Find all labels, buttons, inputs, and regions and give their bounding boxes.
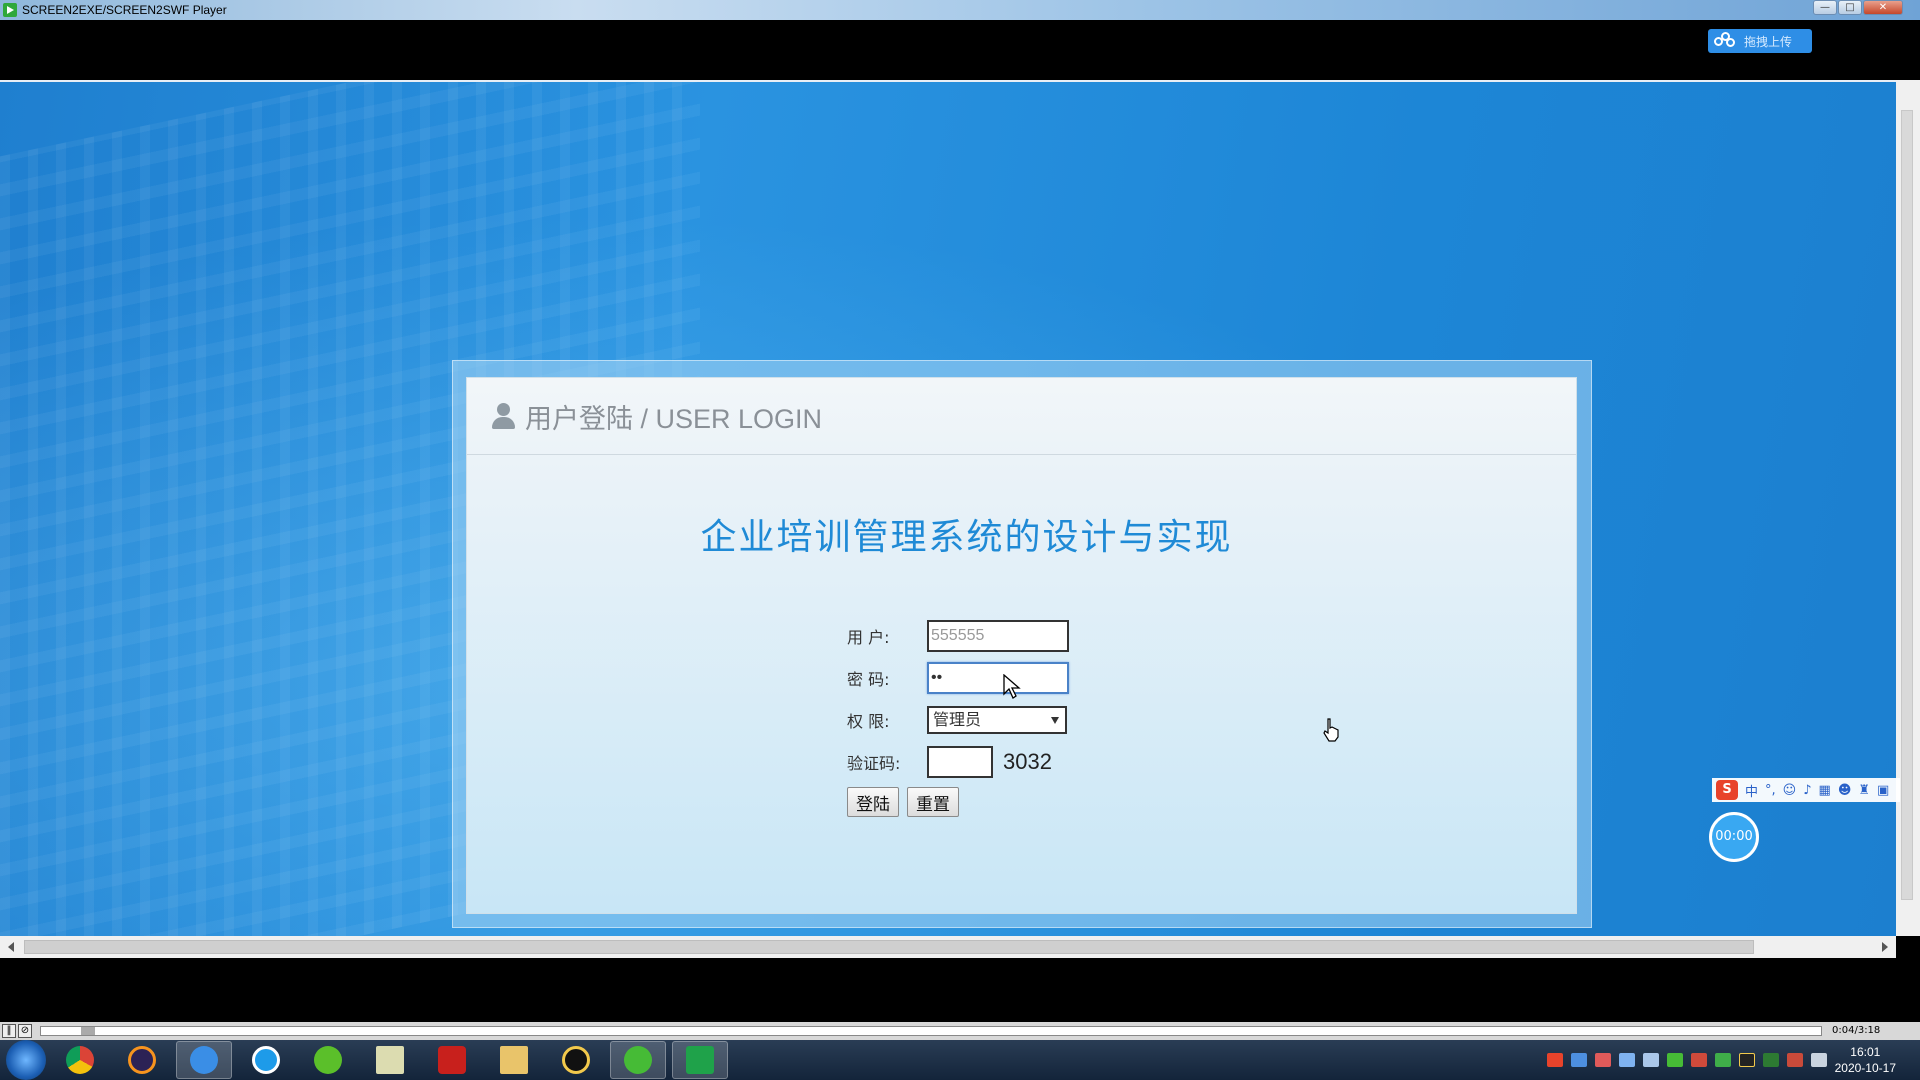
- stop-icon[interactable]: ⊘: [18, 1024, 32, 1038]
- hand-cursor-icon: [1322, 718, 1340, 742]
- login-panel-header: 用户登陆 / USER LOGIN: [467, 378, 1576, 455]
- user-center-icon[interactable]: ☻: [1838, 783, 1852, 798]
- player-app-icon: [3, 3, 17, 17]
- horizontal-scroll-thumb[interactable]: [24, 940, 1754, 954]
- baidu-cloud-icon: [1714, 32, 1736, 50]
- button-row: 登陆 重置: [847, 787, 967, 817]
- reset-button[interactable]: 重置: [907, 787, 959, 817]
- window-title: SCREEN2EXE/SCREEN2SWF Player: [22, 3, 227, 17]
- chevron-down-icon: [1051, 717, 1059, 724]
- recorder-header: [0, 20, 1920, 78]
- screen2exe-icon[interactable]: [672, 1041, 728, 1079]
- tray-app-icon[interactable]: [1570, 1053, 1587, 1067]
- speaker-muted-icon[interactable]: [1786, 1053, 1803, 1067]
- taskbar-clock[interactable]: 16:01 2020-10-17: [1835, 1044, 1896, 1076]
- shield-icon[interactable]: [1618, 1053, 1635, 1067]
- seek-thumb[interactable]: [81, 1027, 95, 1035]
- input-tray-icon[interactable]: [1642, 1053, 1659, 1067]
- qq-tray-icon[interactable]: [1738, 1053, 1755, 1067]
- user-icon: [489, 401, 517, 431]
- login-panel: 用户登陆 / USER LOGIN 企业培训管理系统的设计与实现 用 户: 55…: [466, 377, 1577, 914]
- maximize-button[interactable]: □: [1838, 0, 1862, 15]
- system-title: 企业培训管理系统的设计与实现: [700, 517, 1233, 558]
- qq-icon[interactable]: [548, 1041, 604, 1079]
- ime-punct-indicator[interactable]: °,: [1765, 783, 1776, 798]
- pause-icon[interactable]: ‖: [2, 1024, 16, 1038]
- role-select[interactable]: 管理员: [927, 706, 1067, 734]
- volume-icon[interactable]: [1690, 1053, 1707, 1067]
- network-tray-icon[interactable]: [1714, 1053, 1731, 1067]
- password-input[interactable]: ••: [927, 662, 1069, 694]
- windows-taskbar: 16:01 2020-10-17: [0, 1040, 1920, 1080]
- scroll-right-icon[interactable]: [1882, 942, 1888, 952]
- vertical-scroll-thumb[interactable]: [1901, 110, 1913, 900]
- user-row: 用 户: 555555: [847, 620, 1069, 652]
- vertical-scrollbar[interactable]: [1896, 80, 1920, 936]
- mouse-cursor-icon: [1003, 673, 1021, 704]
- editor-app-icon[interactable]: [362, 1041, 418, 1079]
- microphone-icon[interactable]: ♪: [1803, 783, 1811, 798]
- horizontal-scrollbar[interactable]: [0, 936, 1896, 958]
- recording-timer[interactable]: 00:00: [1709, 812, 1759, 862]
- sogou-tray-icon[interactable]: [1546, 1053, 1563, 1067]
- captcha-label: 验证码:: [847, 754, 901, 773]
- browser-icon[interactable]: [238, 1041, 294, 1079]
- minimize-button[interactable]: —: [1813, 0, 1837, 15]
- ime-toolbar[interactable]: S 中 °, ☺ ♪ ▦ ☻ ♜ ▣: [1712, 778, 1901, 802]
- password-label: 密 码:: [847, 670, 890, 689]
- wechat-tray-icon[interactable]: [1666, 1053, 1683, 1067]
- role-row: 权 限: 管理员: [847, 706, 1067, 734]
- skin-icon[interactable]: ♜: [1858, 783, 1870, 798]
- upload-button[interactable]: 拖拽上传: [1708, 29, 1812, 53]
- window-controls: — □ ✕: [1812, 0, 1903, 16]
- emoji-icon[interactable]: ☺: [1783, 783, 1797, 798]
- flash-icon[interactable]: [424, 1041, 480, 1079]
- keyboard-icon[interactable]: ▦: [1819, 783, 1831, 798]
- user-label: 用 户:: [847, 628, 890, 647]
- captcha-code[interactable]: 3032: [1003, 749, 1052, 775]
- system-tray: 16:01 2020-10-17: [1546, 1040, 1920, 1080]
- action-center-icon[interactable]: [1810, 1053, 1827, 1067]
- login-panel-title: 用户登陆 / USER LOGIN: [525, 403, 823, 434]
- role-selected-value: 管理员: [933, 710, 982, 729]
- security-tray-icon[interactable]: [1594, 1053, 1611, 1067]
- scroll-left-icon[interactable]: [8, 942, 14, 952]
- player-black-area: [0, 958, 1920, 1022]
- playback-time: 0:04/3:18: [1832, 1025, 1881, 1036]
- toolbox-icon[interactable]: ▣: [1877, 783, 1889, 798]
- baidu-netdisk-icon[interactable]: [176, 1041, 232, 1079]
- ime-mode-indicator[interactable]: 中: [1745, 781, 1758, 800]
- close-button[interactable]: ✕: [1863, 0, 1903, 15]
- chrome-icon[interactable]: [52, 1041, 108, 1079]
- user-input[interactable]: 555555: [927, 620, 1069, 652]
- leaf-app-icon[interactable]: [300, 1041, 356, 1079]
- seek-bar[interactable]: [40, 1026, 1822, 1036]
- captcha-input[interactable]: [927, 746, 993, 778]
- battery-icon[interactable]: [1762, 1053, 1779, 1067]
- clock-date: 2020-10-17: [1834, 1061, 1896, 1075]
- role-label: 权 限:: [847, 712, 890, 731]
- captcha-row: 验证码: 3032: [847, 746, 1052, 778]
- clock-time: 16:01: [1850, 1045, 1881, 1059]
- password-row: 密 码: ••: [847, 662, 1069, 694]
- player-controls: ‖ ⊘ 0:04/3:18: [0, 1022, 1920, 1040]
- file-explorer-icon[interactable]: [486, 1041, 542, 1079]
- start-button[interactable]: [6, 1040, 46, 1080]
- upload-button-label: 拖拽上传: [1744, 34, 1793, 49]
- sogou-ime-icon[interactable]: S: [1716, 780, 1738, 800]
- login-button[interactable]: 登陆: [847, 787, 899, 817]
- wechat-icon[interactable]: [610, 1041, 666, 1079]
- window-titlebar: SCREEN2EXE/SCREEN2SWF Player: [0, 0, 1920, 20]
- eclipse-icon[interactable]: [114, 1041, 170, 1079]
